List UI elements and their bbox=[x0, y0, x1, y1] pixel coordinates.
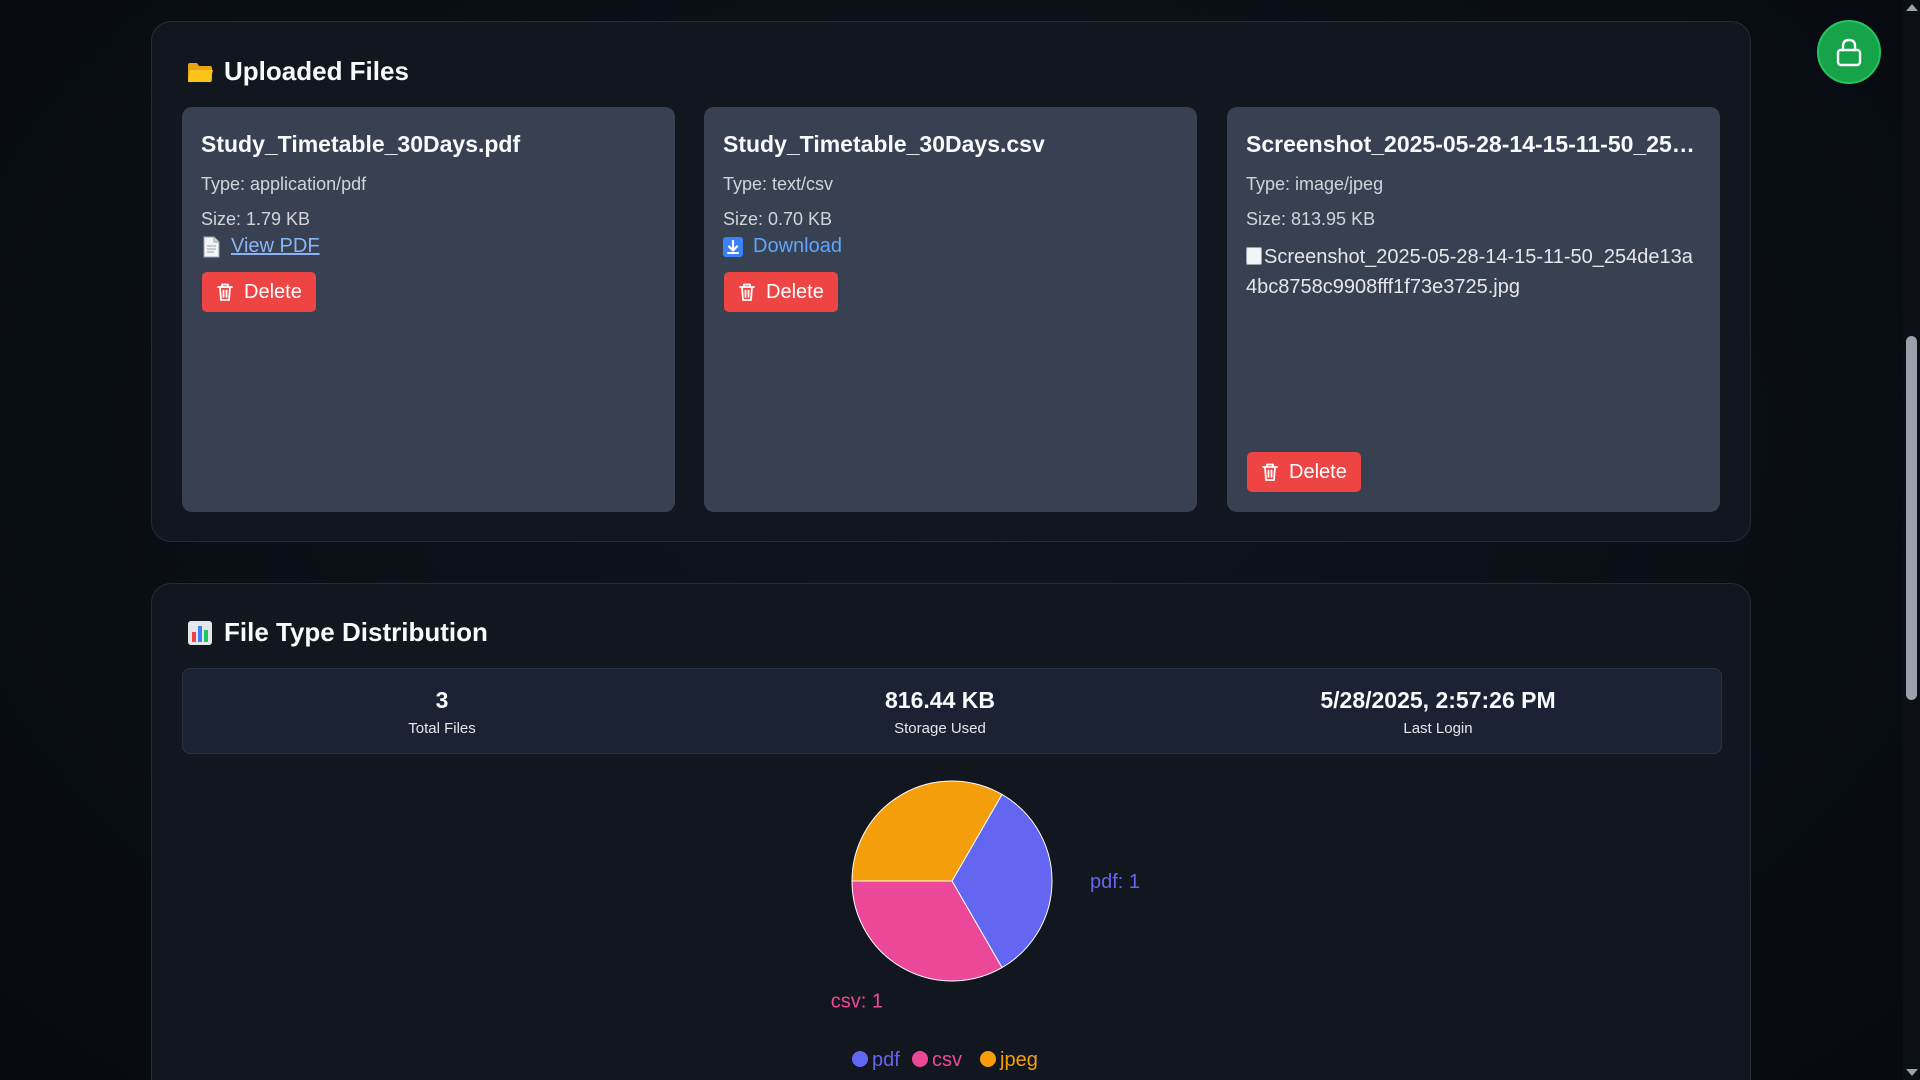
stat-label: Storage Used bbox=[894, 720, 986, 737]
download-label: Download bbox=[753, 235, 842, 257]
stat-last-login: 5/28/2025, 2:57:26 PM Last Login bbox=[1228, 687, 1648, 737]
delete-button[interactable]: Delete bbox=[724, 272, 838, 312]
file-card: Study_Timetable_30Days.csv Type: text/cs… bbox=[704, 107, 1197, 512]
delete-label: Delete bbox=[766, 280, 824, 303]
stat-label: Total Files bbox=[408, 720, 476, 737]
file-type: Type: text/csv bbox=[723, 174, 834, 194]
file-size: Size: 0.70 KB bbox=[723, 209, 833, 229]
legend-label-jpeg[interactable]: jpeg bbox=[999, 1049, 1038, 1071]
lock-button[interactable] bbox=[1817, 20, 1881, 84]
pdf-file-icon bbox=[203, 236, 220, 257]
file-card: Study_Timetable_30Days.pdf Type: applica… bbox=[182, 107, 675, 512]
uploaded-files-panel: Uploaded Files Study_Timetable_30Days.pd… bbox=[151, 21, 1751, 542]
legend-swatch-csv bbox=[912, 1051, 928, 1067]
legend-label-csv[interactable]: csv bbox=[932, 1049, 962, 1071]
scroll-down-arrow[interactable] bbox=[1906, 1069, 1918, 1076]
delete-button[interactable]: Delete bbox=[1247, 452, 1361, 492]
legend-swatch-jpeg bbox=[980, 1051, 996, 1067]
trash-icon bbox=[1262, 463, 1278, 481]
file-type: Type: application/pdf bbox=[201, 174, 367, 194]
lock-icon bbox=[1836, 38, 1862, 67]
download-link[interactable]: Download bbox=[723, 235, 842, 258]
scrollbar-thumb[interactable] bbox=[1906, 336, 1917, 700]
trash-icon bbox=[217, 283, 233, 301]
pie-label-pdf: pdf: 1 bbox=[1090, 871, 1140, 893]
folder-icon bbox=[188, 62, 213, 82]
view-pdf-label: View PDF bbox=[231, 235, 320, 257]
file-type-distribution-panel: File Type Distribution 3 Total Files 816… bbox=[151, 583, 1751, 1080]
delete-button[interactable]: Delete bbox=[202, 272, 316, 312]
distribution-heading: File Type Distribution bbox=[186, 617, 488, 648]
image-preview[interactable]: Screenshot_2025-05-28-14-15-11-50_254de1… bbox=[1246, 242, 1696, 302]
stats-bar: 3 Total Files 816.44 KB Storage Used 5/2… bbox=[182, 668, 1722, 754]
legend-swatch-pdf bbox=[852, 1051, 868, 1067]
stat-value: 3 bbox=[435, 687, 449, 713]
scroll-up-arrow[interactable] bbox=[1906, 4, 1918, 11]
trash-icon bbox=[739, 283, 755, 301]
pie-label-csv: csv: 1 bbox=[831, 991, 883, 1013]
file-size: Size: 813.95 KB bbox=[1246, 209, 1376, 229]
stat-storage-used: 816.44 KB Storage Used bbox=[730, 687, 1150, 737]
uploaded-files-title: Uploaded Files bbox=[224, 56, 409, 86]
uploaded-files-heading: Uploaded Files bbox=[186, 56, 409, 87]
stat-value: 816.44 KB bbox=[885, 687, 995, 713]
file-name: Screenshot_2025-05-28-14-15-11-50_254de1… bbox=[1246, 131, 1706, 157]
broken-image-icon bbox=[1246, 247, 1262, 265]
file-name: Study_Timetable_30Days.pdf bbox=[201, 131, 521, 157]
file-name: Study_Timetable_30Days.csv bbox=[723, 131, 1045, 157]
delete-label: Delete bbox=[1289, 460, 1347, 483]
image-alt-text: Screenshot_2025-05-28-14-15-11-50_254de1… bbox=[1246, 246, 1693, 298]
file-size: Size: 1.79 KB bbox=[201, 209, 311, 229]
pie-chart-svg: pdf: 1csv: 1jpeg: 1pdfcsvjpeg bbox=[822, 751, 1140, 1071]
stat-label: Last Login bbox=[1403, 720, 1473, 737]
file-type: Type: image/jpeg bbox=[1246, 174, 1384, 194]
bar-chart-icon bbox=[188, 620, 212, 645]
view-pdf-link[interactable]: View PDF bbox=[201, 235, 320, 258]
stat-value: 5/28/2025, 2:57:26 PM bbox=[1320, 687, 1556, 713]
vertical-scrollbar[interactable] bbox=[1903, 0, 1920, 1080]
stat-total-files: 3 Total Files bbox=[232, 687, 652, 737]
delete-label: Delete bbox=[244, 280, 302, 303]
legend-label-pdf[interactable]: pdf bbox=[872, 1049, 900, 1071]
distribution-title: File Type Distribution bbox=[224, 617, 488, 647]
file-card: Screenshot_2025-05-28-14-15-11-50_254de1… bbox=[1227, 107, 1720, 512]
pie-chart: pdf: 1csv: 1jpeg: 1pdfcsvjpeg bbox=[752, 751, 1152, 1079]
download-icon bbox=[723, 236, 743, 257]
